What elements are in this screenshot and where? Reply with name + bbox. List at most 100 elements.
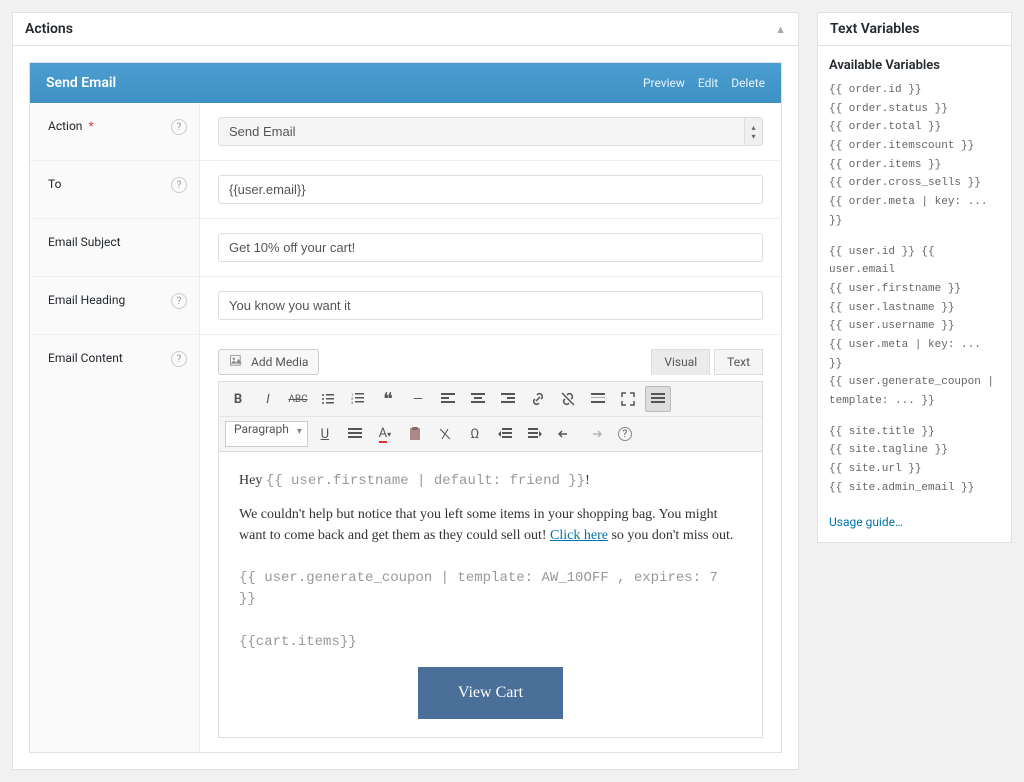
card-title: Send Email [46,75,116,91]
help-icon[interactable]: ? [171,119,187,135]
action-card: Send Email Preview Edit Delete Action* ?… [29,62,782,753]
link-icon[interactable] [525,386,551,412]
bold-icon[interactable]: B [225,386,251,412]
help-toolbar-icon[interactable]: ? [612,421,638,447]
editor-body[interactable]: Hey {{ user.firstname | default: friend … [218,452,763,738]
card-header: Send Email Preview Edit Delete [30,63,781,103]
field-action: Send Email ▴▾ [200,103,781,160]
click-here-link[interactable]: Click here [550,528,608,543]
align-right-icon[interactable] [495,386,521,412]
more-icon[interactable] [585,386,611,412]
var-item[interactable]: {{ order.items }} [829,156,1000,175]
var-item[interactable]: {{ order.total }} [829,118,1000,137]
fullscreen-icon[interactable] [615,386,641,412]
available-heading: Available Variables [829,58,1000,73]
format-select[interactable]: Paragraph [225,421,308,447]
var-item[interactable]: {{ order.cross_sells }} [829,174,1000,193]
var-item[interactable]: {{ site.title }} [829,423,1000,442]
panel-header: Actions ▲ [13,13,798,46]
greeting-suffix: ! [585,473,590,488]
numbered-list-icon[interactable]: 123 [345,386,371,412]
var-item[interactable]: {{ site.tagline }} [829,441,1000,460]
collapse-icon[interactable]: ▲ [775,23,786,36]
undo-icon[interactable] [552,421,578,447]
panel-header: Text Variables [818,13,1011,46]
var-item[interactable]: {{ user.firstname }} [829,280,1000,299]
delete-link[interactable]: Delete [731,76,765,90]
var-list: {{ order.id }} {{ order.status }} {{ ord… [829,81,1000,497]
var-item[interactable]: {{ order.id }} [829,81,1000,100]
var-item[interactable]: {{ order.meta | key: ... }} [829,193,1000,230]
align-center-icon[interactable] [465,386,491,412]
sidebar-body: Available Variables {{ order.id }} {{ or… [818,46,1011,542]
row-subject: Email Subject [30,219,781,277]
row-action: Action* ? Send Email ▴▾ [30,103,781,161]
variables-title: Text Variables [830,21,920,37]
row-heading: Email Heading ? [30,277,781,335]
body-para-b: so you don't miss out. [608,528,733,543]
toolbar-row-1: B I ABC 123 ❝ — [219,382,762,416]
action-select[interactable]: Send Email [218,117,763,146]
label-to: To ? [30,161,200,218]
toolbar-row-2: Paragraph U A ▾ Ω ? [219,416,762,451]
var-item[interactable]: {{ user.lastname }} [829,299,1000,318]
var-item[interactable]: {{ user.username }} [829,317,1000,336]
editor-tabs: Visual Text [651,349,763,375]
coupon-var: {{ user.generate_coupon | template: AW_1… [239,568,742,610]
card-links: Preview Edit Delete [633,76,765,90]
label-subject: Email Subject [30,219,200,276]
underline-icon[interactable]: U [312,421,338,447]
preview-link[interactable]: Preview [643,76,685,90]
var-item[interactable]: {{ user.generate_coupon | template: ... … [829,373,1000,410]
redo-icon[interactable] [582,421,608,447]
special-char-icon[interactable]: Ω [462,421,488,447]
help-icon[interactable]: ? [171,293,187,309]
quote-icon[interactable]: ❝ [375,386,401,412]
field-content: Add Media Visual Text B I ABC 123 ❝ [200,335,781,752]
help-icon[interactable]: ? [171,351,187,367]
usage-guide-link[interactable]: Usage guide… [829,515,903,529]
order-vars-group: {{ order.id }} {{ order.status }} {{ ord… [829,81,1000,231]
subject-input[interactable] [218,233,763,262]
var-item[interactable]: {{ user.meta | key: ... }} [829,336,1000,373]
var-item[interactable]: {{ order.itemscount }} [829,137,1000,156]
text-variables-panel: Text Variables Available Variables {{ or… [817,12,1012,543]
field-to [200,161,781,218]
greeting-prefix: Hey [239,473,266,488]
align-left-icon[interactable] [435,386,461,412]
var-item[interactable]: {{ site.url }} [829,460,1000,479]
justify-icon[interactable] [342,421,368,447]
add-media-button[interactable]: Add Media [218,349,319,375]
view-cart-button[interactable]: View Cart [418,667,563,719]
var-item[interactable]: {{ order.status }} [829,100,1000,119]
actions-title: Actions [25,21,73,37]
text-color-icon[interactable]: A ▾ [372,421,398,447]
indent-icon[interactable] [522,421,548,447]
actions-panel: Actions ▲ Send Email Preview Edit Delete… [12,12,799,770]
svg-text:3: 3 [351,400,353,405]
to-input[interactable] [218,175,763,204]
bullet-list-icon[interactable] [315,386,341,412]
field-subject [200,219,781,276]
outdent-icon[interactable] [492,421,518,447]
var-item[interactable]: {{ site.admin_email }} [829,479,1000,498]
cart-items-var: {{cart.items}} [239,632,742,653]
tab-text[interactable]: Text [714,349,763,375]
hr-icon[interactable]: — [405,386,431,412]
clear-format-icon[interactable] [432,421,458,447]
label-content: Email Content ? [30,335,200,752]
unlink-icon[interactable] [555,386,581,412]
strike-icon[interactable]: ABC [285,386,311,412]
site-vars-group: {{ site.title }} {{ site.tagline }} {{ s… [829,423,1000,498]
edit-link[interactable]: Edit [698,76,718,90]
kitchen-sink-icon[interactable] [645,386,671,412]
required-star: * [88,119,93,133]
tab-visual[interactable]: Visual [651,349,710,375]
paste-text-icon[interactable] [402,421,428,447]
italic-icon[interactable]: I [255,386,281,412]
heading-input[interactable] [218,291,763,320]
row-content: Email Content ? Add Media Visual Text [30,335,781,752]
help-icon[interactable]: ? [171,177,187,193]
media-icon [229,354,245,370]
var-item[interactable]: {{ user.id }} {{ user.email [829,243,1000,280]
